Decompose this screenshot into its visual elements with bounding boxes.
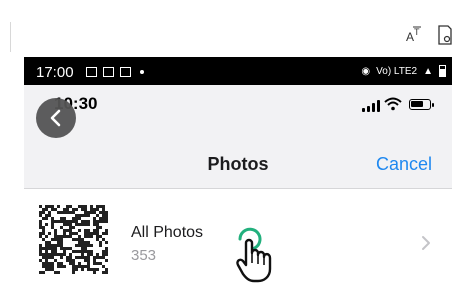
cellular-signal-icon bbox=[362, 100, 380, 112]
alarm-icon: ◉ bbox=[361, 65, 371, 77]
chevron-left-icon bbox=[50, 109, 61, 127]
android-time: 17:00 bbox=[36, 64, 74, 81]
cancel-button[interactable]: Cancel bbox=[376, 154, 432, 175]
android-system-icons: ◉ Vo) LTE2 ▲ bbox=[361, 64, 446, 78]
album-count: 353 bbox=[131, 247, 157, 264]
notification-icons bbox=[86, 66, 144, 78]
back-button[interactable] bbox=[36, 98, 76, 138]
a-notification-icon bbox=[103, 67, 114, 77]
android-status-bar: 17:00 ◉ Vo) LTE2 ▲ bbox=[24, 57, 452, 85]
toolbar-divider bbox=[10, 22, 11, 52]
document-icon[interactable] bbox=[437, 24, 452, 46]
bag-notification-icon bbox=[120, 67, 131, 77]
signal-icon: ▲ bbox=[423, 65, 433, 77]
album-thumbnail bbox=[38, 204, 108, 274]
ios-screen: 10:30 Photos Cancel All Photos 353 bbox=[24, 85, 452, 303]
wifi-icon bbox=[384, 97, 402, 111]
phone-screen: 17:00 ◉ Vo) LTE2 ▲ 10:30 Photos Cancel A… bbox=[24, 57, 452, 303]
more-notifications-dot-icon bbox=[140, 70, 144, 74]
tap-gesture-icon bbox=[236, 227, 272, 283]
album-row-all-photos[interactable]: All Photos 353 bbox=[24, 189, 452, 303]
font-size-icon[interactable]: A T bbox=[405, 24, 425, 44]
ios-battery-icon bbox=[409, 99, 434, 110]
svg-text:A: A bbox=[406, 30, 414, 44]
svg-text:T: T bbox=[414, 27, 420, 37]
battery-icon bbox=[439, 65, 446, 77]
app-toolbar: A T bbox=[0, 0, 452, 57]
gallery-notification-icon bbox=[86, 67, 97, 77]
album-title: All Photos bbox=[131, 224, 204, 241]
network-label: Vo) LTE2 bbox=[376, 65, 418, 77]
chevron-right-icon bbox=[422, 236, 430, 250]
